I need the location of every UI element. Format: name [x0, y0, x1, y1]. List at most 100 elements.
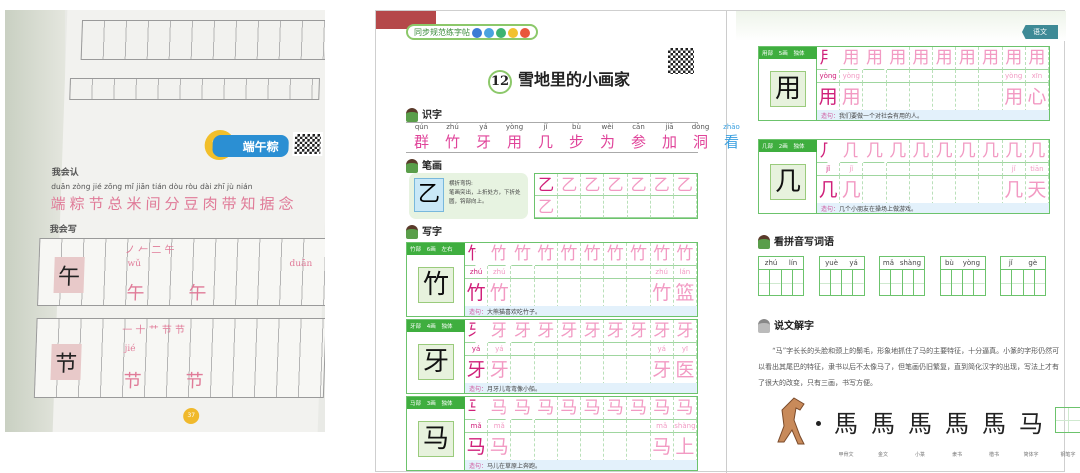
practice-cell[interactable] — [956, 176, 980, 205]
word-box[interactable]: mǎ shàng — [879, 256, 925, 296]
practice-cell[interactable]: 医 — [673, 356, 697, 385]
practice-cell[interactable]: 竹 — [488, 243, 506, 266]
practice-cell[interactable]: 用 — [863, 47, 885, 70]
practice-cell[interactable] — [979, 176, 1003, 205]
practice-cell[interactable]: 马 — [673, 397, 697, 420]
practice-cell[interactable]: 几 — [840, 140, 858, 163]
practice-cell[interactable] — [627, 279, 651, 308]
practice-cell[interactable] — [511, 266, 535, 279]
write-cell[interactable] — [1012, 270, 1024, 296]
practice-cell[interactable]: 竹 — [534, 243, 558, 266]
practice-cell[interactable]: 竹 — [465, 279, 489, 308]
write-cell[interactable] — [974, 270, 985, 296]
practice-cell[interactable]: yá — [465, 343, 489, 356]
word-box[interactable]: zhú lín — [758, 256, 804, 296]
practice-cell[interactable] — [534, 420, 558, 433]
practice-cell[interactable]: mǎ — [465, 420, 489, 433]
practice-cell[interactable] — [511, 356, 535, 385]
stroke-practice-cell[interactable] — [650, 196, 674, 218]
practice-cell[interactable]: 竹 — [650, 279, 674, 308]
practice-cell[interactable]: 篮 — [673, 279, 697, 308]
practice-cell[interactable] — [534, 343, 558, 356]
pen-practice-box[interactable] — [1055, 407, 1080, 433]
practice-cell[interactable]: 马 — [604, 397, 628, 420]
practice-cell[interactable] — [581, 356, 605, 385]
practice-cell[interactable] — [604, 356, 628, 385]
practice-cell[interactable] — [979, 83, 1003, 112]
write-cell[interactable] — [951, 270, 963, 296]
practice-cell[interactable]: mǎ — [650, 420, 674, 433]
practice-cell[interactable] — [863, 70, 887, 83]
write-cell[interactable] — [781, 270, 793, 296]
practice-cell[interactable]: shàng — [673, 420, 697, 433]
practice-cell[interactable]: 马 — [581, 397, 605, 420]
practice-cell[interactable]: 马 — [650, 397, 674, 420]
practice-cell[interactable]: 几 — [840, 176, 864, 205]
stroke-practice-cell[interactable]: 乙 — [535, 196, 559, 218]
practice-cell[interactable]: 马 — [465, 397, 476, 420]
practice-cell[interactable]: jǐ — [840, 163, 864, 176]
practice-cell[interactable]: 几 — [979, 140, 1003, 163]
practice-cell[interactable] — [511, 279, 535, 308]
word-write-cells[interactable] — [1001, 270, 1045, 296]
practice-cell[interactable] — [627, 343, 651, 356]
practice-cell[interactable]: 竹 — [557, 243, 581, 266]
practice-cell[interactable] — [557, 433, 581, 462]
write-cell[interactable] — [913, 270, 924, 296]
practice-cell[interactable]: 几 — [933, 140, 957, 163]
practice-cell[interactable] — [627, 266, 651, 279]
practice-cell[interactable] — [863, 176, 887, 205]
practice-cell[interactable]: 竹 — [673, 243, 697, 266]
practice-cell[interactable]: 牙 — [511, 320, 533, 343]
practice-cell[interactable] — [909, 70, 933, 83]
practice-cell[interactable]: 竹 — [488, 279, 512, 308]
practice-cell[interactable] — [604, 433, 628, 462]
practice-cell[interactable]: 几 — [817, 176, 841, 205]
practice-cell[interactable] — [604, 420, 628, 433]
practice-cell[interactable] — [511, 420, 535, 433]
practice-cell[interactable]: 竹 — [627, 243, 651, 266]
practice-cell[interactable]: yá — [650, 343, 674, 356]
write-cell[interactable] — [880, 270, 892, 296]
write-cell[interactable] — [770, 270, 782, 296]
practice-cell[interactable]: 用 — [817, 47, 828, 70]
practice-cell[interactable]: 上 — [673, 433, 697, 462]
stroke-practice-cell[interactable]: 乙 — [535, 174, 559, 196]
write-cell[interactable] — [853, 270, 864, 296]
practice-cell[interactable] — [604, 279, 628, 308]
stroke-practice-cell[interactable] — [558, 196, 582, 218]
practice-cell[interactable]: 几 — [1002, 176, 1026, 205]
practice-cell[interactable] — [534, 356, 558, 385]
practice-cell[interactable] — [581, 266, 605, 279]
word-write-cells[interactable] — [940, 270, 985, 296]
practice-cell[interactable]: 几 — [863, 140, 885, 163]
practice-cell[interactable]: 用 — [979, 47, 1003, 70]
practice-cell[interactable]: 马 — [488, 433, 512, 462]
practice-cell[interactable]: yī — [673, 343, 697, 356]
practice-cell[interactable]: 几 — [956, 140, 980, 163]
practice-cell[interactable]: 牙 — [673, 320, 697, 343]
practice-cell[interactable]: yòng — [840, 70, 864, 83]
practice-cell[interactable]: 牙 — [488, 320, 506, 343]
word-write-cells[interactable] — [759, 270, 803, 296]
practice-cell[interactable] — [581, 279, 605, 308]
practice-cell[interactable]: 牙 — [650, 356, 674, 385]
word-box[interactable]: jǐ gè — [1000, 256, 1046, 296]
practice-cell[interactable] — [863, 83, 887, 112]
practice-cell[interactable]: 牙 — [650, 320, 674, 343]
practice-cell[interactable] — [627, 420, 651, 433]
practice-cell[interactable] — [956, 83, 980, 112]
word-box[interactable]: bù yòng — [939, 256, 986, 296]
practice-cell[interactable]: jǐ — [817, 163, 841, 176]
practice-cell[interactable] — [933, 163, 957, 176]
practice-cell[interactable]: 竹 — [650, 243, 674, 266]
practice-cell[interactable]: 天 — [1025, 176, 1049, 205]
write-cell[interactable] — [759, 270, 771, 296]
stroke-practice-cell[interactable] — [673, 196, 697, 218]
practice-cell[interactable]: 牙 — [488, 356, 512, 385]
practice-cell[interactable] — [604, 343, 628, 356]
practice-cell[interactable]: 牙 — [465, 320, 476, 343]
practice-cell[interactable] — [627, 433, 651, 462]
practice-cell[interactable]: 竹 — [604, 243, 628, 266]
write-cell[interactable] — [830, 270, 842, 296]
